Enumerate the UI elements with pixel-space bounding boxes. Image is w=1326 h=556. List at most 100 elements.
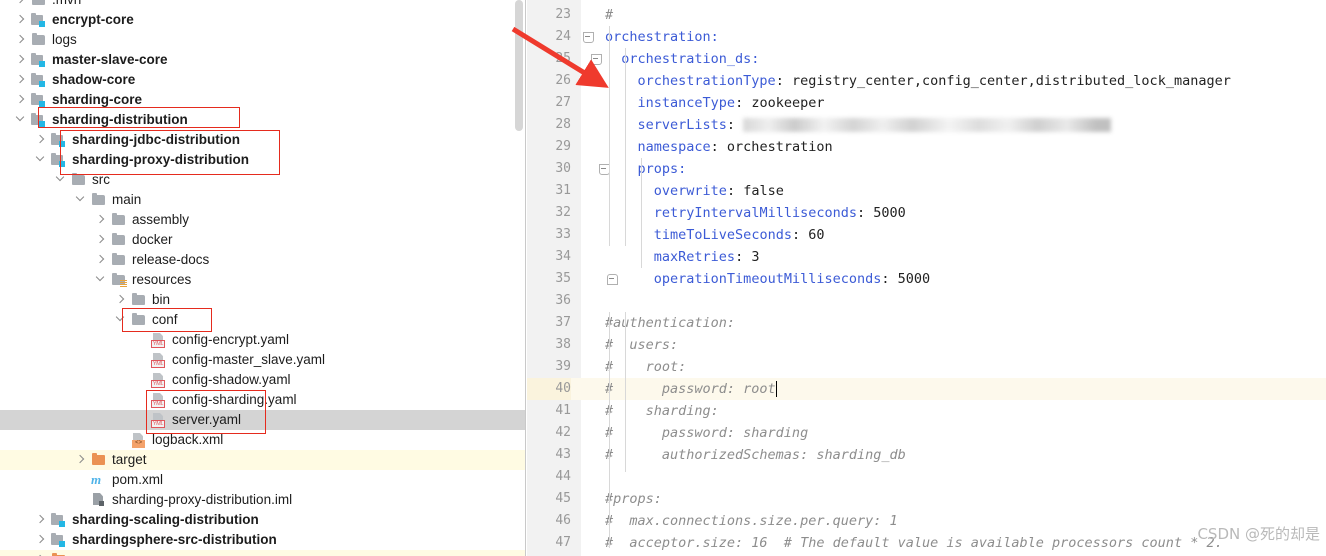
editor-line-44[interactable]: 44	[527, 466, 1326, 488]
chevron-right-icon[interactable]	[94, 210, 105, 230]
tree-row[interactable]	[0, 550, 525, 556]
chevron-right-icon[interactable]	[14, 30, 25, 50]
tree-row-assembly[interactable]: assembly	[0, 210, 525, 230]
editor-line-30[interactable]: 30 props:	[527, 158, 1326, 180]
chevron-right-icon[interactable]	[14, 50, 25, 70]
tree-row-sharding-proxy-distribution-iml[interactable]: sharding-proxy-distribution.iml	[0, 490, 525, 510]
tree-row-logs[interactable]: logs	[0, 30, 525, 50]
tree-row-sharding-scaling-distribution[interactable]: sharding-scaling-distribution	[0, 510, 525, 530]
mod-icon	[31, 110, 47, 130]
chevron-right-icon[interactable]	[34, 130, 45, 150]
editor-line-39[interactable]: 39 # root:	[527, 356, 1326, 378]
editor-line-37[interactable]: 37 #authentication:	[527, 312, 1326, 334]
editor-line-25[interactable]: 25 orchestration_ds:	[527, 48, 1326, 70]
folder-icon	[111, 230, 127, 250]
code-text: instanceType: zookeeper	[637, 95, 825, 111]
tree-row-sharding-core[interactable]: sharding-core	[0, 90, 525, 110]
fold-marker[interactable]	[583, 32, 594, 43]
tree-row-label: master-slave-core	[52, 52, 168, 68]
editor-line-38[interactable]: 38 # users:	[527, 334, 1326, 356]
tree-row-shardingsphere-src-distribution[interactable]: shardingsphere-src-distribution	[0, 530, 525, 550]
tree-row-sharding-proxy-distribution[interactable]: sharding-proxy-distribution	[0, 150, 525, 170]
tree-row-server-yaml[interactable]: YML server.yaml	[0, 410, 525, 430]
tree-row-label: config-shadow.yaml	[172, 372, 291, 388]
tree-vertical-scrollbar[interactable]	[515, 0, 523, 131]
line-number: 31	[555, 183, 571, 198]
chevron-down-icon[interactable]	[34, 150, 45, 170]
line-number: 41	[555, 403, 571, 418]
chevron-right-icon[interactable]	[34, 550, 45, 556]
editor-line-35[interactable]: 35 operationTimeoutMilliseconds: 5000	[527, 268, 1326, 290]
chevron-down-icon[interactable]	[74, 190, 85, 210]
code-text: #	[605, 7, 614, 23]
tree-row-sharding-jdbc-distribution[interactable]: sharding-jdbc-distribution	[0, 130, 525, 150]
tree-row-config-shadow-yaml[interactable]: YML config-shadow.yaml	[0, 370, 525, 390]
tree-row-shadow-core[interactable]: shadow-core	[0, 70, 525, 90]
tree-row-resources[interactable]: resources	[0, 270, 525, 290]
tree-row-main[interactable]: main	[0, 190, 525, 210]
line-number: 34	[555, 249, 571, 264]
chevron-right-icon[interactable]	[14, 0, 25, 10]
editor-line-26[interactable]: 26 orchestrationType: registry_center,co…	[527, 70, 1326, 92]
indent-guide	[625, 312, 626, 472]
tree-row-pom-xml[interactable]: m pom.xml	[0, 470, 525, 490]
chevron-right-icon[interactable]	[14, 10, 25, 30]
editor-line-43[interactable]: 43 # authorizedSchemas: sharding_db	[527, 444, 1326, 466]
tree-row-config-encrypt-yaml[interactable]: YML config-encrypt.yaml	[0, 330, 525, 350]
editor-line-42[interactable]: 42 # password: sharding	[527, 422, 1326, 444]
editor-line-40[interactable]: 40 # password: root	[527, 378, 1326, 400]
chevron-down-icon[interactable]	[94, 270, 105, 290]
chevron-right-icon[interactable]	[34, 530, 45, 550]
chevron-down-icon[interactable]	[14, 110, 25, 130]
tree-row-label: sharding-distribution	[52, 112, 188, 128]
tree-row-encrypt-core[interactable]: encrypt-core	[0, 10, 525, 30]
line-number: 25	[555, 51, 571, 66]
code-editor[interactable]: 23 #24 orchestration: 25 orchestration_ds: 2…	[527, 0, 1326, 556]
chevron-right-icon[interactable]	[94, 250, 105, 270]
code-text: # password: sharding	[605, 425, 809, 441]
editor-line-27[interactable]: 27 instanceType: zookeeper	[527, 92, 1326, 114]
tree-row-target[interactable]: target	[0, 450, 525, 470]
chevron-right-icon[interactable]	[14, 70, 25, 90]
yml-icon: YML	[151, 410, 167, 430]
chevron-right-icon[interactable]	[114, 290, 125, 310]
chevron-right-icon[interactable]	[34, 510, 45, 530]
tree-row-release-docs[interactable]: release-docs	[0, 250, 525, 270]
chevron-down-icon[interactable]	[114, 310, 125, 330]
indent-guide	[609, 312, 610, 548]
editor-line-34[interactable]: 34 maxRetries: 3	[527, 246, 1326, 268]
fold-marker[interactable]	[591, 54, 602, 65]
tree-row-docker[interactable]: docker	[0, 230, 525, 250]
chevron-right-icon[interactable]	[74, 450, 85, 470]
editor-line-23[interactable]: 23 #	[527, 4, 1326, 26]
tree-row-label: sharding-jdbc-distribution	[72, 132, 240, 148]
tree-row-config-master-slave-yaml[interactable]: YML config-master_slave.yaml	[0, 350, 525, 370]
tree-row-master-slave-core[interactable]: master-slave-core	[0, 50, 525, 70]
redacted-value	[743, 118, 1112, 132]
code-text: # password: root	[605, 381, 776, 397]
folder-icon	[111, 250, 127, 270]
project-tree-panel[interactable]: .mvn encrypt-core logs master-slave-core sha…	[0, 0, 526, 556]
tree-row-config-sharding-yaml[interactable]: YML config-sharding.yaml	[0, 390, 525, 410]
chevron-right-icon[interactable]	[14, 90, 25, 110]
editor-line-36[interactable]: 36	[527, 290, 1326, 312]
chevron-down-icon[interactable]	[54, 170, 65, 190]
tree-row-label: shardingsphere-src-distribution	[72, 532, 277, 548]
line-number: 29	[555, 139, 571, 154]
tree-row-conf[interactable]: conf	[0, 310, 525, 330]
tree-row--mvn[interactable]: .mvn	[0, 0, 525, 10]
editor-line-45[interactable]: 45 #props:	[527, 488, 1326, 510]
editor-line-24[interactable]: 24 orchestration:	[527, 26, 1326, 48]
editor-line-32[interactable]: 32 retryIntervalMilliseconds: 5000	[527, 202, 1326, 224]
res-icon	[111, 270, 127, 290]
editor-line-31[interactable]: 31 overwrite: false	[527, 180, 1326, 202]
editor-line-33[interactable]: 33 timeToLiveSeconds: 60	[527, 224, 1326, 246]
tree-row-logback-xml[interactable]: <> logback.xml	[0, 430, 525, 450]
tree-row-sharding-distribution[interactable]: sharding-distribution	[0, 110, 525, 130]
tree-row-src[interactable]: src	[0, 170, 525, 190]
chevron-right-icon[interactable]	[94, 230, 105, 250]
fold-marker[interactable]	[607, 274, 618, 285]
tree-row-bin[interactable]: bin	[0, 290, 525, 310]
editor-line-29[interactable]: 29 namespace: orchestration	[527, 136, 1326, 158]
editor-line-41[interactable]: 41 # sharding:	[527, 400, 1326, 422]
